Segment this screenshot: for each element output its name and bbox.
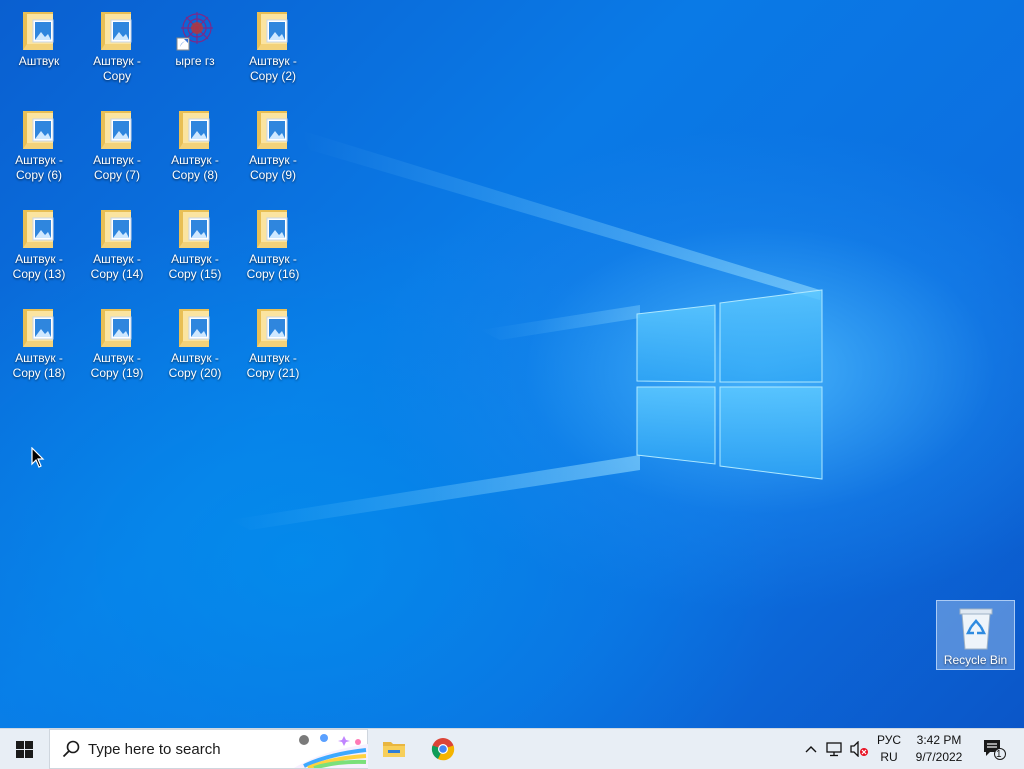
desktop-icon[interactable]: Аштвук bbox=[4, 8, 74, 69]
desktop-icon[interactable]: Аштвук - Copy bbox=[82, 8, 152, 84]
folder-pictures-icon bbox=[179, 309, 210, 347]
desktop-icon-label: Аштвук - Copy (18) bbox=[12, 351, 66, 380]
windows-logo-icon bbox=[15, 740, 33, 758]
desktop-icon[interactable]: Аштвук - Copy (19) bbox=[82, 305, 152, 381]
desktop-icon-label: Аштвук - Copy (6) bbox=[15, 153, 63, 182]
desktop-icon-label: Аштвук - Copy (15) bbox=[168, 252, 222, 281]
folder-pictures-icon bbox=[257, 111, 288, 149]
desktop-icon-label: Аштвук - Copy (14) bbox=[90, 252, 144, 281]
start-button[interactable] bbox=[0, 729, 48, 769]
desktop-icon-label: Аштвук bbox=[18, 54, 60, 68]
desktop-icon-label: Аштвук - Copy (16) bbox=[246, 252, 300, 281]
taskbar-chrome-button[interactable] bbox=[419, 729, 467, 769]
folder-pictures-icon bbox=[101, 210, 132, 248]
mouse-cursor-icon bbox=[31, 447, 45, 468]
desktop[interactable]: Аштвук Аштвук - Copy (6) Аштвук - Copy (13… bbox=[0, 0, 1024, 728]
desktop-icon[interactable]: Аштвук - Copy (8) bbox=[160, 107, 230, 183]
shortcut-app-icon bbox=[176, 12, 213, 51]
folder-pictures-icon bbox=[257, 12, 288, 50]
desktop-icon-label: Аштвук - Copy (19) bbox=[90, 351, 144, 380]
desktop-icon-label: ырге гз bbox=[175, 54, 215, 68]
folder-pictures-icon bbox=[257, 210, 288, 248]
desktop-icon[interactable]: Аштвук - Copy (20) bbox=[160, 305, 230, 381]
folder-pictures-icon bbox=[179, 111, 210, 149]
language-region: RU bbox=[880, 750, 898, 764]
folder-pictures-icon bbox=[23, 309, 54, 347]
desktop-icon[interactable]: Аштвук - Copy (13) bbox=[4, 206, 74, 282]
desktop-icon-label: Аштвук - Copy (7) bbox=[93, 153, 141, 182]
taskbar-search-box[interactable]: Type here to search bbox=[49, 729, 368, 769]
desktop-icon[interactable]: Аштвук - Copy (18) bbox=[4, 305, 74, 381]
action-center-button[interactable]: 1 bbox=[976, 729, 1012, 769]
desktop-icon[interactable]: Аштвук - Copy (9) bbox=[238, 107, 308, 183]
desktop-icon-label: Аштвук - Copy (9) bbox=[249, 153, 297, 182]
desktop-icon[interactable]: Аштвук - Copy (7) bbox=[82, 107, 152, 183]
desktop-icon-label: Аштвук - Copy (13) bbox=[12, 252, 66, 281]
folder-pictures-icon bbox=[23, 111, 54, 149]
notification-count-badge: 1 bbox=[996, 749, 1002, 760]
clock-date: 9/7/2022 bbox=[915, 750, 963, 764]
recycle-bin-icon bbox=[959, 608, 992, 650]
desktop-icon[interactable]: Аштвук - Copy (6) bbox=[4, 107, 74, 183]
desktop-icon[interactable]: Аштвук - Copy (14) bbox=[82, 206, 152, 282]
taskbar: Type here to search РУС RU 3:42 PM 9/7/2… bbox=[0, 728, 1024, 769]
desktop-icon-label: Аштвук - Copy (20) bbox=[168, 351, 222, 380]
volume-muted-icon bbox=[850, 741, 868, 757]
network-icon bbox=[826, 742, 842, 757]
notification-icon bbox=[984, 740, 1006, 760]
taskbar-file-explorer-button[interactable] bbox=[370, 729, 418, 769]
desktop-icon-label: Аштвук - Copy (2) bbox=[249, 54, 297, 83]
desktop-icon-label: Аштвук - Copy bbox=[93, 54, 141, 83]
folder-pictures-icon bbox=[101, 111, 132, 149]
recycle-bin-label: Recycle Bin bbox=[943, 653, 1008, 667]
wallpaper-beams bbox=[230, 130, 820, 530]
desktop-icon-label: Аштвук - Copy (21) bbox=[246, 351, 300, 380]
wallpaper-windows-logo bbox=[636, 289, 823, 480]
tray-network[interactable] bbox=[823, 729, 847, 769]
tray-clock[interactable]: 3:42 PM 9/7/2022 bbox=[908, 729, 970, 769]
folder-icon bbox=[383, 742, 405, 757]
tray-volume[interactable] bbox=[847, 729, 871, 769]
chrome-icon bbox=[431, 738, 455, 761]
desktop-icon-label: Аштвук - Copy (8) bbox=[171, 153, 219, 182]
desktop-icon[interactable]: Аштвук - Copy (2) bbox=[238, 8, 308, 84]
folder-pictures-icon bbox=[23, 12, 54, 50]
tray-language[interactable]: РУС RU bbox=[872, 729, 906, 769]
folder-pictures-icon bbox=[23, 210, 54, 248]
desktop-icon[interactable]: Аштвук - Copy (21) bbox=[238, 305, 308, 381]
search-icon bbox=[62, 740, 80, 758]
desktop-icon[interactable]: ырге гз bbox=[160, 8, 230, 69]
search-placeholder: Type here to search bbox=[88, 741, 221, 758]
language-code: РУС bbox=[876, 733, 902, 747]
desktop-icon[interactable]: Аштвук - Copy (16) bbox=[238, 206, 308, 282]
chevron-up-icon bbox=[805, 746, 817, 753]
tray-show-hidden-icons[interactable] bbox=[800, 729, 822, 769]
folder-pictures-icon bbox=[179, 210, 210, 248]
recycle-bin-shortcut[interactable]: Recycle Bin bbox=[936, 600, 1015, 670]
search-highlight-art-icon bbox=[294, 734, 368, 768]
folder-pictures-icon bbox=[257, 309, 288, 347]
folder-pictures-icon bbox=[101, 12, 132, 50]
clock-time: 3:42 PM bbox=[916, 733, 962, 747]
folder-pictures-icon bbox=[101, 309, 132, 347]
desktop-icon[interactable]: Аштвук - Copy (15) bbox=[160, 206, 230, 282]
